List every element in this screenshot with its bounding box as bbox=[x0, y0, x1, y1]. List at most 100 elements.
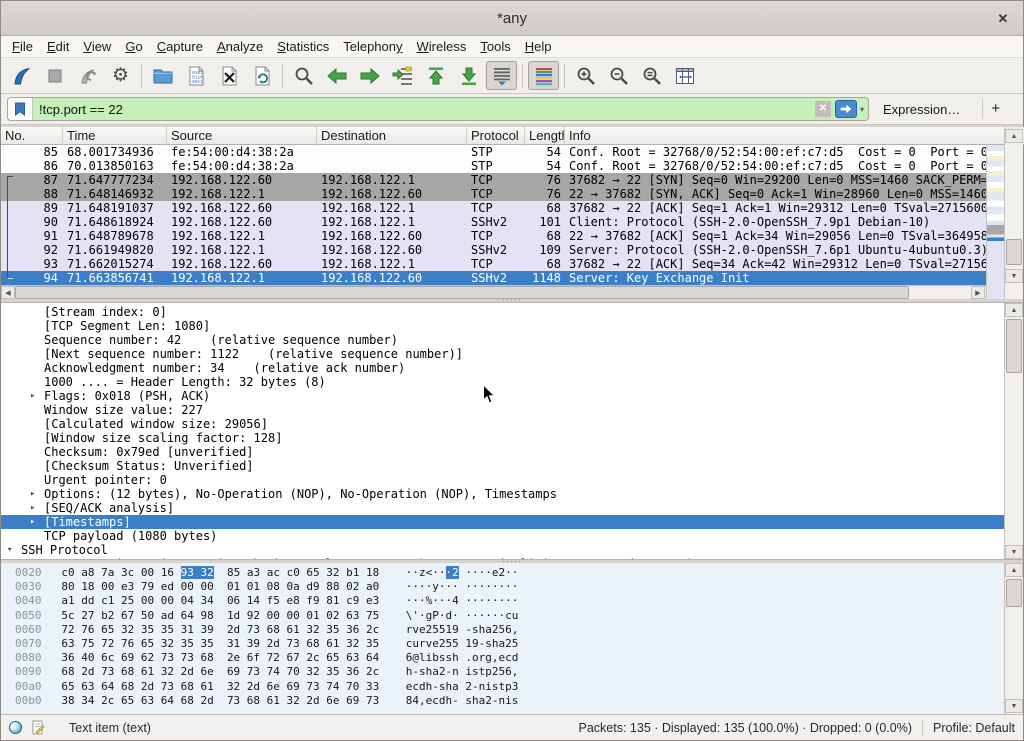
detail-line[interactable]: ▸Options: (12 bytes), No-Operation (NOP)… bbox=[1, 487, 1006, 501]
add-filter-button[interactable]: + bbox=[982, 99, 1008, 119]
save-file-button[interactable]: 010101100011 bbox=[180, 61, 211, 90]
menu-tools[interactable]: Tools bbox=[473, 37, 517, 56]
detail-line[interactable]: Window size value: 227 bbox=[1, 403, 1006, 417]
restart-capture-button[interactable] bbox=[72, 61, 103, 90]
display-filter-input[interactable] bbox=[33, 98, 815, 120]
menu-analyze[interactable]: Analyze bbox=[210, 37, 270, 56]
packet-row-85[interactable]: 8568.001734936fe:54:00:d4:38:2aSTP54Conf… bbox=[1, 145, 986, 159]
packet-list-vscrollbar[interactable]: ▲ ▼ bbox=[1004, 127, 1023, 299]
hex-row-00a0[interactable]: 00a0 65 63 64 68 2d 73 68 61 32 2d 6e 69… bbox=[15, 680, 518, 694]
scroll-up-button[interactable]: ▲ bbox=[1005, 303, 1023, 317]
expression-button[interactable]: Expression… bbox=[883, 102, 960, 117]
packet-row-91[interactable]: 9171.648789678192.168.122.1192.168.122.6… bbox=[1, 229, 986, 243]
packet-row-89[interactable]: 8971.648191037192.168.122.60192.168.122.… bbox=[1, 201, 986, 215]
hex-row-0090[interactable]: 0090 68 2d 73 68 61 32 2d 6e 69 73 74 70… bbox=[15, 665, 518, 679]
detail-line[interactable]: Urgent pointer: 0 bbox=[1, 473, 1006, 487]
zoom-out-button[interactable] bbox=[603, 61, 634, 90]
hex-row-0060[interactable]: 0060 72 76 65 32 35 35 31 39 2d 73 68 61… bbox=[15, 623, 518, 637]
scroll-down-button[interactable]: ▼ bbox=[1005, 699, 1023, 713]
menu-go[interactable]: Go bbox=[118, 37, 149, 56]
menu-capture[interactable]: Capture bbox=[150, 37, 210, 56]
open-file-button[interactable] bbox=[147, 61, 178, 90]
detail-line[interactable]: [Checksum Status: Unverified] bbox=[1, 459, 1006, 473]
detail-line[interactable]: TCP payload (1080 bytes) bbox=[1, 529, 1006, 543]
detail-line[interactable]: ▾SSH Protocol bbox=[1, 543, 1006, 557]
packet-row-92[interactable]: 9271.661949820192.168.122.1192.168.122.6… bbox=[1, 243, 986, 257]
menu-telephony[interactable]: Telephony bbox=[336, 37, 409, 56]
expander-closed-icon[interactable]: ▸ bbox=[30, 501, 35, 515]
menu-file[interactable]: File bbox=[5, 37, 40, 56]
expert-info-icon[interactable] bbox=[9, 721, 22, 734]
packet-row-90[interactable]: 9071.648618924192.168.122.60192.168.122.… bbox=[1, 215, 986, 229]
detail-line[interactable]: ▸Flags: 0x018 (PSH, ACK) bbox=[1, 389, 1006, 403]
profile-label[interactable]: Profile: Default bbox=[933, 721, 1015, 735]
hex-row-0050[interactable]: 0050 5c 27 b2 67 50 ad 64 98 1d 92 00 00… bbox=[15, 609, 518, 623]
scroll-right-button[interactable]: ▶ bbox=[971, 286, 985, 299]
column-header-protocol[interactable]: Protocol bbox=[467, 127, 525, 145]
reload-file-button[interactable] bbox=[246, 61, 277, 90]
hex-row-0030[interactable]: 0030 80 18 00 e3 79 ed 00 00 01 01 08 0a… bbox=[15, 580, 518, 594]
detail-line[interactable]: [Window size scaling factor: 128] bbox=[1, 431, 1006, 445]
detail-line[interactable]: Checksum: 0x79ed [unverified] bbox=[1, 445, 1006, 459]
menu-edit[interactable]: Edit bbox=[40, 37, 76, 56]
go-to-bottom-button[interactable] bbox=[453, 61, 484, 90]
filter-clear-button[interactable]: ✕ bbox=[815, 101, 831, 117]
go-back-button[interactable] bbox=[321, 61, 352, 90]
detail-line[interactable]: [Stream index: 0] bbox=[1, 305, 1006, 319]
detail-line[interactable]: 1000 .... = Header Length: 32 bytes (8) bbox=[1, 375, 1006, 389]
colorize-toggle-button[interactable] bbox=[528, 61, 559, 90]
detail-line[interactable]: [Calculated window size: 29056] bbox=[1, 417, 1006, 431]
hex-row-0080[interactable]: 0080 36 40 6c 69 62 73 73 68 2e 6f 72 67… bbox=[15, 651, 518, 665]
packet-row-93[interactable]: 9371.662015274192.168.122.60192.168.122.… bbox=[1, 257, 986, 271]
filter-history-dropdown[interactable]: ▾ bbox=[860, 105, 864, 114]
auto-scroll-toggle-button[interactable] bbox=[486, 61, 517, 90]
hex-row-0070[interactable]: 0070 63 75 72 76 65 32 35 35 31 39 2d 73… bbox=[15, 637, 518, 651]
expander-closed-icon[interactable]: ▸ bbox=[30, 487, 35, 501]
capture-comment-icon[interactable] bbox=[32, 720, 45, 735]
detail-line[interactable]: ▸[Timestamps] bbox=[1, 515, 1006, 529]
scroll-thumb[interactable] bbox=[15, 286, 909, 299]
scroll-thumb[interactable] bbox=[1006, 319, 1022, 373]
column-header-time[interactable]: Time bbox=[63, 127, 167, 145]
column-header-length[interactable]: Length bbox=[525, 127, 565, 145]
scroll-down-button[interactable]: ▼ bbox=[1005, 269, 1023, 283]
expander-closed-icon[interactable]: ▸ bbox=[30, 515, 35, 529]
scroll-thumb[interactable] bbox=[1006, 579, 1022, 607]
scroll-up-button[interactable]: ▲ bbox=[1005, 563, 1023, 577]
hex-row-0020[interactable]: 0020 c0 a8 7a 3c 00 16 93 32 85 a3 ac c0… bbox=[15, 566, 518, 580]
detail-line[interactable]: ▸[SEQ/ACK analysis] bbox=[1, 501, 1006, 515]
filter-bookmark-button[interactable] bbox=[8, 98, 33, 120]
go-to-packet-button[interactable] bbox=[387, 61, 418, 90]
packet-list-hscrollbar[interactable]: ◀ ▶ bbox=[1, 285, 986, 299]
menu-help[interactable]: Help bbox=[518, 37, 559, 56]
details-vscrollbar[interactable]: ▲ ▼ bbox=[1004, 303, 1023, 559]
stop-capture-button[interactable] bbox=[39, 61, 70, 90]
expander-closed-icon[interactable]: ▸ bbox=[44, 557, 49, 560]
menu-statistics[interactable]: Statistics bbox=[270, 37, 336, 56]
scroll-thumb[interactable] bbox=[1006, 239, 1022, 265]
go-to-top-button[interactable] bbox=[420, 61, 451, 90]
detail-line[interactable]: [TCP Segment Len: 1080] bbox=[1, 319, 1006, 333]
column-header-source[interactable]: Source bbox=[167, 127, 317, 145]
close-file-button[interactable] bbox=[213, 61, 244, 90]
column-header-no[interactable]: No. bbox=[1, 127, 63, 145]
menu-wireless[interactable]: Wireless bbox=[410, 37, 474, 56]
capture-options-button[interactable]: ⚙ bbox=[105, 61, 136, 90]
packet-row-94[interactable]: 9471.663856741192.168.122.1192.168.122.6… bbox=[1, 271, 986, 285]
zoom-original-button[interactable] bbox=[636, 61, 667, 90]
hex-row-00b0[interactable]: 00b0 38 34 2c 65 63 64 68 2d 73 68 61 32… bbox=[15, 694, 518, 708]
intelligent-scrollbar-minimap[interactable] bbox=[986, 145, 1006, 299]
go-forward-button[interactable] bbox=[354, 61, 385, 90]
resize-columns-button[interactable] bbox=[669, 61, 700, 90]
scroll-left-button[interactable]: ◀ bbox=[1, 286, 15, 299]
hex-row-0040[interactable]: 0040 a1 dd c1 25 00 00 04 34 06 14 f5 e8… bbox=[15, 594, 518, 608]
packet-row-87[interactable]: 8771.647777234192.168.122.60192.168.122.… bbox=[1, 173, 986, 187]
packet-row-88[interactable]: 8871.648146932192.168.122.1192.168.122.6… bbox=[1, 187, 986, 201]
column-header-info[interactable]: Info bbox=[565, 127, 1024, 145]
expander-closed-icon[interactable]: ▸ bbox=[30, 389, 35, 403]
close-window-button[interactable]: ✕ bbox=[993, 9, 1013, 29]
title-bar[interactable]: *any ✕ bbox=[1, 1, 1023, 36]
start-capture-button[interactable] bbox=[6, 61, 37, 90]
zoom-in-button[interactable] bbox=[570, 61, 601, 90]
column-header-destination[interactable]: Destination bbox=[317, 127, 467, 145]
